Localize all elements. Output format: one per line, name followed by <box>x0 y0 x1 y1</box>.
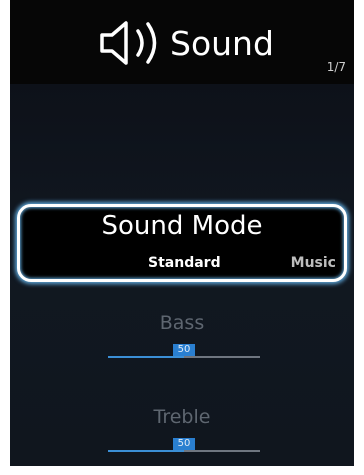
menu-body: Sound Mode Standard Music Bass 50 Treble… <box>10 84 354 466</box>
page-title: Sound <box>170 23 274 63</box>
speaker-icon <box>98 19 164 67</box>
bass-label: Bass <box>159 312 205 334</box>
bass-slider[interactable]: 50 <box>108 344 260 358</box>
treble-value: 50 <box>173 438 195 450</box>
tv-menu-screen: Sound 1/7 Sound Mode Standard Music Bass… <box>10 0 354 466</box>
menu-header: Sound 1/7 <box>10 0 354 84</box>
sound-mode-value: Standard <box>148 255 221 271</box>
sound-mode-next-option: Music <box>290 255 336 271</box>
treble-slider[interactable]: 50 <box>108 438 260 452</box>
sound-mode-item[interactable]: Sound Mode Standard Music <box>17 204 347 282</box>
bass-value: 50 <box>173 344 195 356</box>
bass-slider-fill <box>108 356 184 358</box>
title-group: Sound <box>98 14 274 72</box>
page-indicator: 1/7 <box>326 60 346 74</box>
treble-slider-fill <box>108 450 184 452</box>
treble-label: Treble <box>153 406 211 428</box>
sound-mode-label: Sound Mode <box>101 211 263 241</box>
